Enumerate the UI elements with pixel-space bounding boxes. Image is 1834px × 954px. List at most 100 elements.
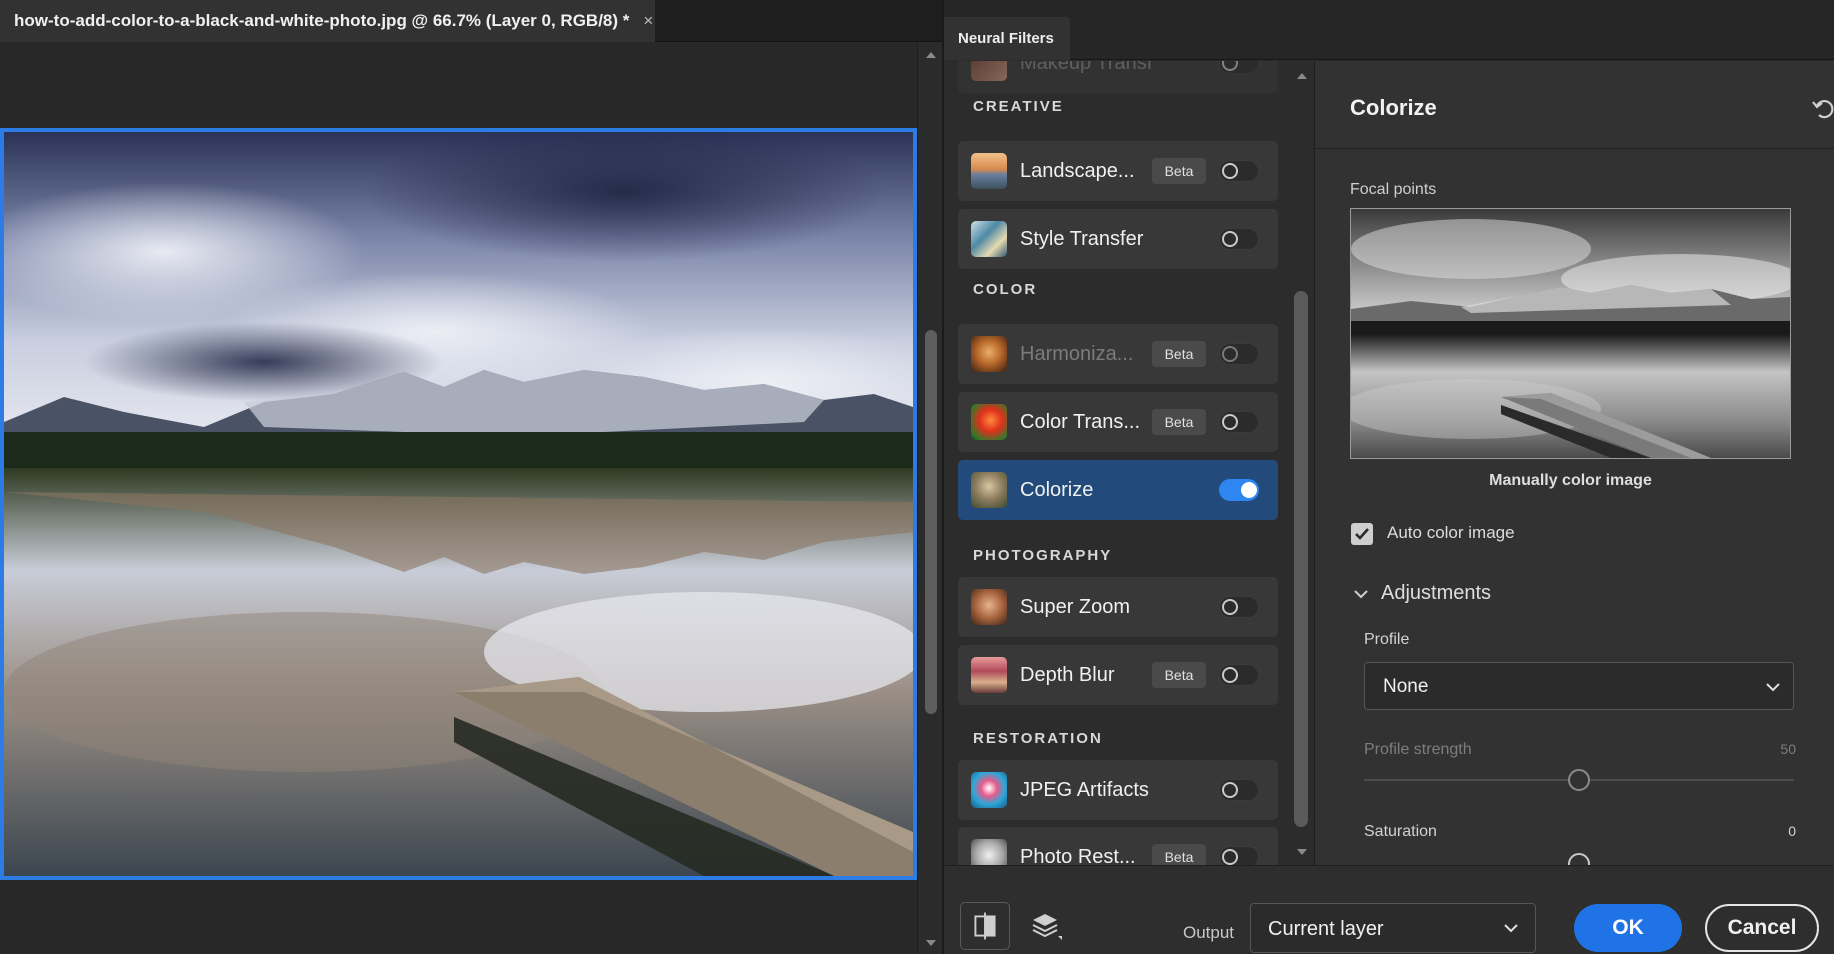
filter-item-color-transfer[interactable]: Color Trans... Beta — [958, 392, 1278, 452]
toggle-knob — [1222, 849, 1238, 865]
filter-item-label: Depth Blur — [1020, 663, 1115, 686]
filter-list[interactable]: Makeup Transfer CREATIVE Landscape... Be… — [958, 61, 1278, 865]
auto-color-label[interactable]: Auto color image — [1387, 523, 1515, 543]
filter-thumbnail — [971, 657, 1007, 693]
filter-settings-panel: Colorize Focal points Manually color ima… — [1314, 61, 1834, 865]
filter-thumbnail — [971, 589, 1007, 625]
toggle-knob — [1222, 782, 1238, 798]
filter-toggle[interactable] — [1219, 596, 1259, 618]
document-tab-title: how-to-add-color-to-a-black-and-white-ph… — [14, 11, 630, 30]
toggle-knob — [1241, 482, 1257, 498]
panel-header: Neural Filters — [944, 0, 1834, 60]
beta-badge: Beta — [1152, 844, 1206, 865]
focal-points-preview[interactable] — [1350, 208, 1791, 459]
filter-thumbnail — [971, 153, 1007, 189]
filter-item-label: Super Zoom — [1020, 595, 1131, 618]
filter-item-landscape[interactable]: Landscape... Beta — [958, 141, 1278, 201]
filter-toggle[interactable] — [1219, 846, 1259, 865]
filter-thumbnail — [971, 221, 1007, 257]
checkmark-icon — [1355, 528, 1369, 540]
settings-header: Colorize — [1315, 61, 1834, 149]
filter-item-label: Makeup Transfer — [1020, 61, 1152, 74]
category-title-color: COLOR — [973, 281, 1038, 298]
filter-toggle[interactable] — [1219, 479, 1259, 501]
manually-color-image-label[interactable]: Manually color image — [1350, 472, 1791, 490]
scroll-up-arrow-icon[interactable] — [1297, 73, 1307, 79]
chevron-down-icon — [1766, 683, 1780, 692]
filter-thumbnail — [971, 404, 1007, 440]
filter-toggle[interactable] — [1219, 664, 1259, 686]
ok-button[interactable]: OK — [1574, 904, 1682, 952]
scroll-up-arrow-icon[interactable] — [926, 52, 936, 58]
category-title-photography: PHOTOGRAPHY — [973, 547, 1113, 564]
close-icon[interactable]: × — [643, 11, 653, 31]
cancel-button[interactable]: Cancel — [1705, 904, 1819, 952]
scroll-down-arrow-icon[interactable] — [1297, 849, 1307, 855]
profile-strength-slider-thumb[interactable] — [1568, 769, 1590, 791]
beta-badge: Beta — [1152, 158, 1206, 184]
toggle-knob — [1222, 163, 1238, 179]
filter-item-jpeg-artifacts-removal[interactable]: JPEG Artifacts Re... — [958, 760, 1278, 820]
filter-item-depth-blur[interactable]: Depth Blur Beta — [958, 645, 1278, 705]
filter-toggle[interactable] — [1219, 411, 1259, 433]
reset-icon[interactable] — [1811, 95, 1834, 121]
toggle-knob — [1222, 231, 1238, 247]
filter-toggle[interactable] — [1219, 779, 1259, 801]
panel-tab-title: Neural Filters — [958, 30, 1054, 47]
output-label: Output — [1183, 923, 1235, 942]
beta-badge: Beta — [1152, 341, 1206, 367]
category-title-restoration: RESTORATION — [973, 730, 1103, 747]
photoshop-window: how-to-add-color-to-a-black-and-white-ph… — [0, 0, 1834, 954]
filter-toggle[interactable] — [1219, 343, 1259, 365]
neural-filters-tab[interactable]: Neural Filters — [944, 17, 1070, 60]
scroll-down-arrow-icon[interactable] — [926, 940, 936, 946]
filter-item-colorize[interactable]: Colorize — [958, 460, 1278, 520]
adjustments-section-label[interactable]: Adjustments — [1381, 582, 1491, 605]
filter-item-makeup-transfer[interactable]: Makeup Transfer — [958, 61, 1278, 93]
filter-item-label: Photo Rest... — [1020, 845, 1136, 866]
document-tab-bar: how-to-add-color-to-a-black-and-white-ph… — [0, 0, 942, 42]
filter-list-scrollbar[interactable] — [1289, 61, 1313, 865]
filter-thumbnail — [971, 61, 1007, 81]
filter-item-label: Colorize — [1020, 478, 1094, 501]
grayscale-preview-image — [1351, 209, 1790, 458]
filter-item-harmonization[interactable]: Harmoniza... Beta — [958, 324, 1278, 384]
filter-toggle[interactable] — [1219, 61, 1259, 74]
filter-item-label: Style Transfer — [1020, 227, 1144, 250]
document-area: how-to-add-color-to-a-black-and-white-ph… — [0, 0, 942, 954]
document-vertical-scrollbar[interactable] — [917, 42, 942, 954]
document-canvas[interactable] — [0, 128, 917, 880]
show-original-button[interactable] — [960, 902, 1010, 950]
profile-dropdown[interactable]: None — [1364, 662, 1794, 710]
filter-thumbnail — [971, 336, 1007, 372]
chevron-down-icon[interactable] — [1353, 586, 1369, 602]
toggle-knob — [1222, 346, 1238, 362]
saturation-value: 0 — [1788, 823, 1796, 839]
filter-item-photo-restoration[interactable]: Photo Rest... Beta — [958, 827, 1278, 865]
filter-item-style-transfer[interactable]: Style Transfer — [958, 209, 1278, 269]
chevron-down-icon — [1504, 924, 1518, 933]
settings-title: Colorize — [1350, 95, 1437, 120]
toggle-knob — [1222, 599, 1238, 615]
filter-thumbnail — [971, 472, 1007, 508]
saturation-slider-thumb[interactable] — [1568, 853, 1590, 865]
output-dropdown[interactable]: Current layer — [1250, 903, 1536, 953]
scrollbar-thumb[interactable] — [1294, 291, 1308, 827]
filter-toggle[interactable] — [1219, 228, 1259, 250]
layer-preview-button[interactable] — [1020, 902, 1070, 950]
canvas-image — [4, 132, 913, 876]
filter-item-label: Harmoniza... — [1020, 342, 1134, 365]
bottom-action-bar: Output Current layer OK Cancel — [944, 865, 1834, 954]
saturation-label: Saturation — [1364, 823, 1437, 840]
scrollbar-thumb[interactable] — [925, 330, 937, 714]
filter-item-super-zoom[interactable]: Super Zoom — [958, 577, 1278, 637]
focal-points-label: Focal points — [1350, 181, 1437, 198]
document-tab[interactable]: how-to-add-color-to-a-black-and-white-ph… — [0, 0, 655, 42]
beta-badge: Beta — [1152, 409, 1206, 435]
profile-strength-value: 50 — [1780, 741, 1796, 757]
filter-item-label: JPEG Artifacts Re... — [1020, 778, 1152, 801]
filter-toggle[interactable] — [1219, 160, 1259, 182]
toggle-knob — [1222, 414, 1238, 430]
filter-item-label: Landscape... — [1020, 159, 1135, 182]
auto-color-checkbox[interactable] — [1351, 523, 1373, 545]
